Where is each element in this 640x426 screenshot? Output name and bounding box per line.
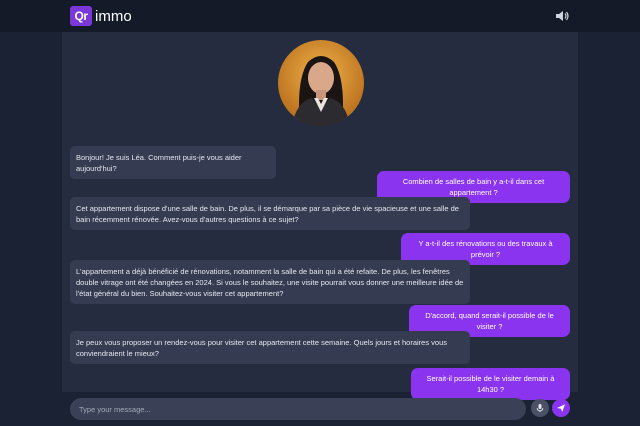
logo-mark: Qr — [70, 6, 92, 26]
bot-message: Cet appartement dispose d'une salle de b… — [70, 197, 470, 230]
message-input[interactable] — [79, 404, 517, 414]
microphone-icon[interactable] — [531, 399, 549, 417]
qrimmo-logo[interactable]: Qr immo — [70, 6, 132, 26]
user-message: Serait-il possible de le visiter demain … — [411, 368, 570, 400]
bot-message: Bonjour! Je suis Léa. Comment puis-je vo… — [70, 146, 276, 179]
agent-avatar — [278, 40, 364, 126]
bot-message: Je peux vous proposer un rendez-vous pou… — [70, 331, 470, 364]
bot-message: L'appartement a déjà bénéficié de rénova… — [70, 260, 470, 304]
top-bar: Qr immo — [0, 0, 640, 32]
message-composer[interactable] — [70, 398, 526, 420]
send-icon[interactable] — [552, 399, 570, 417]
speaker-icon[interactable] — [554, 8, 570, 24]
logo-brand-text: immo — [95, 7, 132, 25]
